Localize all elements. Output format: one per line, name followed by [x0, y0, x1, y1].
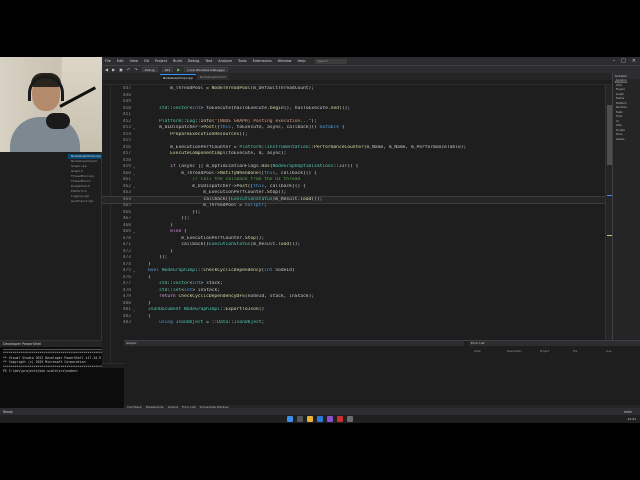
taskbar: 12:41	[0, 415, 640, 423]
output-panel-title[interactable]: Output	[124, 341, 464, 346]
git-branch[interactable]: main	[624, 410, 632, 414]
configuration-select[interactable]: Debug	[141, 67, 158, 72]
error-list-column-header[interactable]: Line	[606, 350, 611, 354]
toolbar: ◀ ▶ ▣ ↶ ↷ Debug x64 ▶ Local Windows Debu…	[102, 65, 640, 73]
error-list-title[interactable]: Error List	[469, 341, 640, 346]
window-controls: – □ ×	[613, 58, 640, 64]
error-list-column-header[interactable]: Code	[474, 350, 481, 354]
menu-window[interactable]: Window	[278, 59, 292, 63]
file-list-item[interactable]: JsonExport.cpp	[68, 199, 101, 204]
bottom-panels: Output Error List Code Description Project…	[124, 340, 640, 410]
browser-icon[interactable]	[317, 416, 323, 422]
code-line[interactable]: 483 using JsonObject = ::Data::JsonObjec…	[102, 320, 605, 327]
clock-time: 12:41	[627, 417, 636, 421]
menu-help[interactable]: Help	[297, 59, 305, 63]
undo-icon[interactable]: ↶	[127, 67, 130, 72]
document-tabs: NodeGraphImpl.cpp NodeGraphImpl.h	[102, 73, 622, 80]
terminal-line: PS C:\dev\projects\bin-scale\src\nodes>	[3, 369, 78, 373]
status-ready: Ready	[3, 409, 13, 414]
debug-target-select[interactable]: Local Windows Debugger	[184, 67, 229, 72]
search-icon[interactable]	[297, 416, 303, 422]
solution-tree: Solution Core Engine Graph Nodes Platform Runt…	[613, 79, 640, 142]
solution-explorer: Solution Explorer Solution Core Engine Grap…	[612, 73, 640, 343]
menu-debug[interactable]: Debug	[188, 59, 200, 63]
error-list-column-header[interactable]: Project	[540, 350, 549, 354]
recording-app-icon[interactable]	[337, 416, 343, 422]
microphone	[46, 113, 70, 129]
error-list-column-header[interactable]: File	[573, 350, 577, 354]
menu-bar: File Edit View Git Project Build Debug Test Anal…	[102, 57, 640, 65]
editor-scrollbar[interactable]	[605, 85, 612, 363]
platform-select[interactable]: x64	[161, 67, 174, 72]
webcam-overlay	[0, 57, 102, 152]
menu-items: File Edit View Git Project Build Debug Test Anal…	[105, 59, 305, 63]
forward-icon[interactable]: ▶	[112, 67, 115, 72]
error-list-column-header[interactable]: Description	[507, 350, 522, 354]
menu-analyze[interactable]: Analyze	[218, 59, 232, 63]
screen: NodeGraphImpl.cpp NodeGraphImpl.h Graph.cp…	[0, 57, 640, 423]
code-text: using JsonObject = ::Data::JsonObject;	[159, 320, 265, 325]
menu-project[interactable]: Project	[155, 59, 167, 63]
terminal-app-icon[interactable]	[347, 416, 353, 422]
system-tray-clock[interactable]: 12:41	[627, 415, 636, 423]
start-icon[interactable]	[287, 416, 293, 422]
menu-extensions[interactable]: Extensions	[253, 59, 272, 63]
menu-file[interactable]: File	[105, 59, 111, 63]
maximize-icon[interactable]: □	[621, 58, 626, 64]
menu-view[interactable]: View	[130, 59, 138, 63]
code-editor[interactable]: 447 m_ThreadPool = NodeThreadPool(m_Defa…	[102, 85, 605, 363]
menu-test[interactable]: Test	[205, 59, 212, 63]
minimize-icon[interactable]: –	[613, 58, 616, 64]
start-debug-icon[interactable]: ▶	[177, 67, 180, 72]
menu-edit[interactable]: Edit	[117, 59, 124, 63]
status-bar: Ready main	[0, 408, 640, 415]
search-box[interactable]: Search	[315, 58, 348, 64]
open-files-list: NodeGraphImpl.cpp NodeGraphImpl.h Graph.cp…	[68, 154, 101, 204]
line-number: 483	[122, 320, 131, 325]
menu-tools[interactable]: Tools	[238, 59, 247, 63]
redo-icon[interactable]: ↷	[134, 67, 137, 72]
menu-git[interactable]: Git	[144, 59, 149, 63]
menu-build[interactable]: Build	[173, 59, 182, 63]
back-icon[interactable]: ◀	[105, 67, 108, 72]
save-icon[interactable]: ▣	[119, 67, 123, 72]
visual-studio-icon[interactable]	[327, 416, 333, 422]
close-icon[interactable]: ×	[632, 58, 636, 64]
left-panel: NodeGraphImpl.cpp NodeGraphImpl.h Graph.cp…	[0, 152, 102, 340]
file-explorer-icon[interactable]	[307, 416, 313, 422]
solution-tree-item[interactable]: Assets	[613, 138, 640, 143]
